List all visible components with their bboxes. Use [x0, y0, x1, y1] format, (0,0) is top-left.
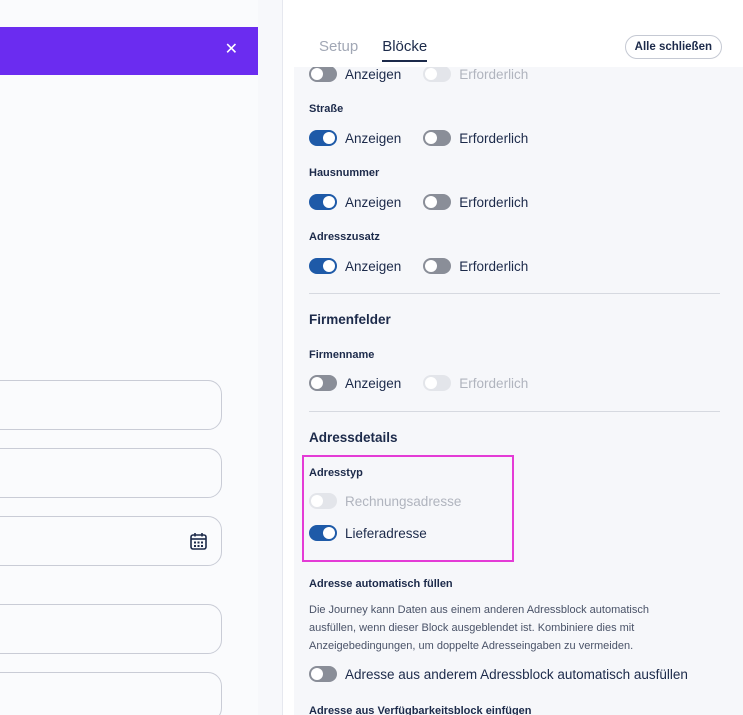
field-label-availability: Adresse aus Verfügbarkeitsblock einfügen [309, 705, 532, 715]
show-toggle[interactable] [309, 67, 337, 82]
preview-input-field[interactable] [0, 672, 222, 715]
show-toggle[interactable] [309, 375, 337, 391]
settings-panel: Setup Blöcke Alle schließen Anzeigen Erf… [283, 0, 743, 715]
autofill-toggle[interactable] [309, 666, 337, 682]
show-option: Anzeigen [309, 194, 401, 210]
section-divider [309, 293, 720, 294]
field-option-row: Anzeigen Erforderlich [309, 128, 550, 148]
shipping-option: Lieferadresse [309, 525, 427, 541]
form-preview-pane: ✕ [0, 0, 283, 715]
show-label: Anzeigen [345, 67, 402, 82]
autofill-toggle-label: Adresse aus anderem Adressblock automati… [345, 666, 688, 682]
required-option: Erforderlich [423, 375, 528, 391]
field-option-row: Anzeigen Erforderlich [309, 373, 550, 393]
show-toggle[interactable] [309, 258, 337, 274]
tab-setup[interactable]: Setup [319, 38, 358, 62]
required-option: Erforderlich [423, 194, 528, 210]
required-option: Erforderlich [423, 67, 528, 82]
show-label: Anzeigen [345, 194, 402, 210]
required-label: Erforderlich [459, 194, 529, 210]
show-label: Anzeigen [345, 130, 402, 146]
show-option: Anzeigen [309, 258, 401, 274]
tab-bloecke[interactable]: Blöcke [382, 38, 428, 62]
required-toggle[interactable] [423, 130, 452, 146]
required-toggle[interactable] [423, 258, 452, 274]
field-option-row: Anzeigen Erforderlich [309, 67, 550, 84]
preview-header: ✕ [0, 27, 258, 75]
close-icon[interactable]: ✕ [225, 40, 238, 60]
autofill-description: Die Journey kann Daten aus einem anderen… [309, 604, 649, 652]
required-toggle [423, 375, 452, 391]
required-toggle[interactable] [423, 194, 452, 210]
preview-card: ✕ [0, 0, 258, 715]
field-label-adresszusatz: Adresszusatz [309, 231, 380, 243]
field-option-row: Anzeigen Erforderlich [309, 256, 550, 276]
tab-bar: Setup Blöcke [319, 38, 428, 62]
field-label-autofill: Adresse automatisch füllen [309, 578, 453, 590]
billing-option: Rechnungsadresse [309, 493, 461, 509]
field-label-hausnummer: Hausnummer [309, 167, 380, 179]
show-toggle[interactable] [309, 194, 337, 210]
autofill-option: Adresse aus anderem Adressblock automati… [309, 666, 688, 682]
required-toggle [423, 67, 452, 82]
section-title-adressdetails: Adressdetails [309, 430, 398, 445]
show-toggle[interactable] [309, 130, 337, 146]
close-all-button[interactable]: Alle schließen [624, 35, 722, 59]
billing-label: Rechnungsadresse [345, 493, 462, 509]
address-type-shipping-row: Lieferadresse [309, 523, 449, 543]
show-label: Anzeigen [345, 258, 402, 274]
show-option: Anzeigen [309, 130, 401, 146]
autofill-row: Adresse aus anderem Adressblock automati… [309, 664, 710, 684]
show-option: Anzeigen [309, 67, 401, 82]
field-label-firmenname: Firmenname [309, 349, 375, 361]
show-label: Anzeigen [345, 375, 402, 391]
section-divider [309, 411, 720, 412]
show-option: Anzeigen [309, 375, 401, 391]
shipping-toggle[interactable] [309, 525, 337, 541]
billing-toggle [309, 493, 337, 509]
required-option: Erforderlich [423, 130, 528, 146]
required-label: Erforderlich [459, 130, 529, 146]
preview-input-field[interactable] [0, 380, 222, 430]
address-type-billing-row: Rechnungsadresse [309, 491, 483, 511]
required-option: Erforderlich [423, 258, 528, 274]
required-label: Erforderlich [459, 258, 529, 274]
field-option-row: Anzeigen Erforderlich [309, 192, 550, 212]
field-label-strasse: Straße [309, 103, 344, 115]
field-label-adresstyp: Adresstyp [309, 467, 363, 479]
required-label: Erforderlich [459, 375, 529, 391]
section-title-firmenfelder: Firmenfelder [309, 312, 391, 327]
preview-input-field[interactable] [0, 604, 222, 654]
preview-input-field[interactable] [0, 448, 222, 498]
preview-date-field[interactable] [0, 516, 222, 566]
shipping-label: Lieferadresse [345, 525, 427, 541]
required-label: Erforderlich [459, 67, 529, 82]
calendar-icon[interactable] [190, 532, 207, 550]
block-settings-scroll-area[interactable]: Anzeigen Erforderlich Straße Anzeigen Er… [294, 67, 743, 715]
